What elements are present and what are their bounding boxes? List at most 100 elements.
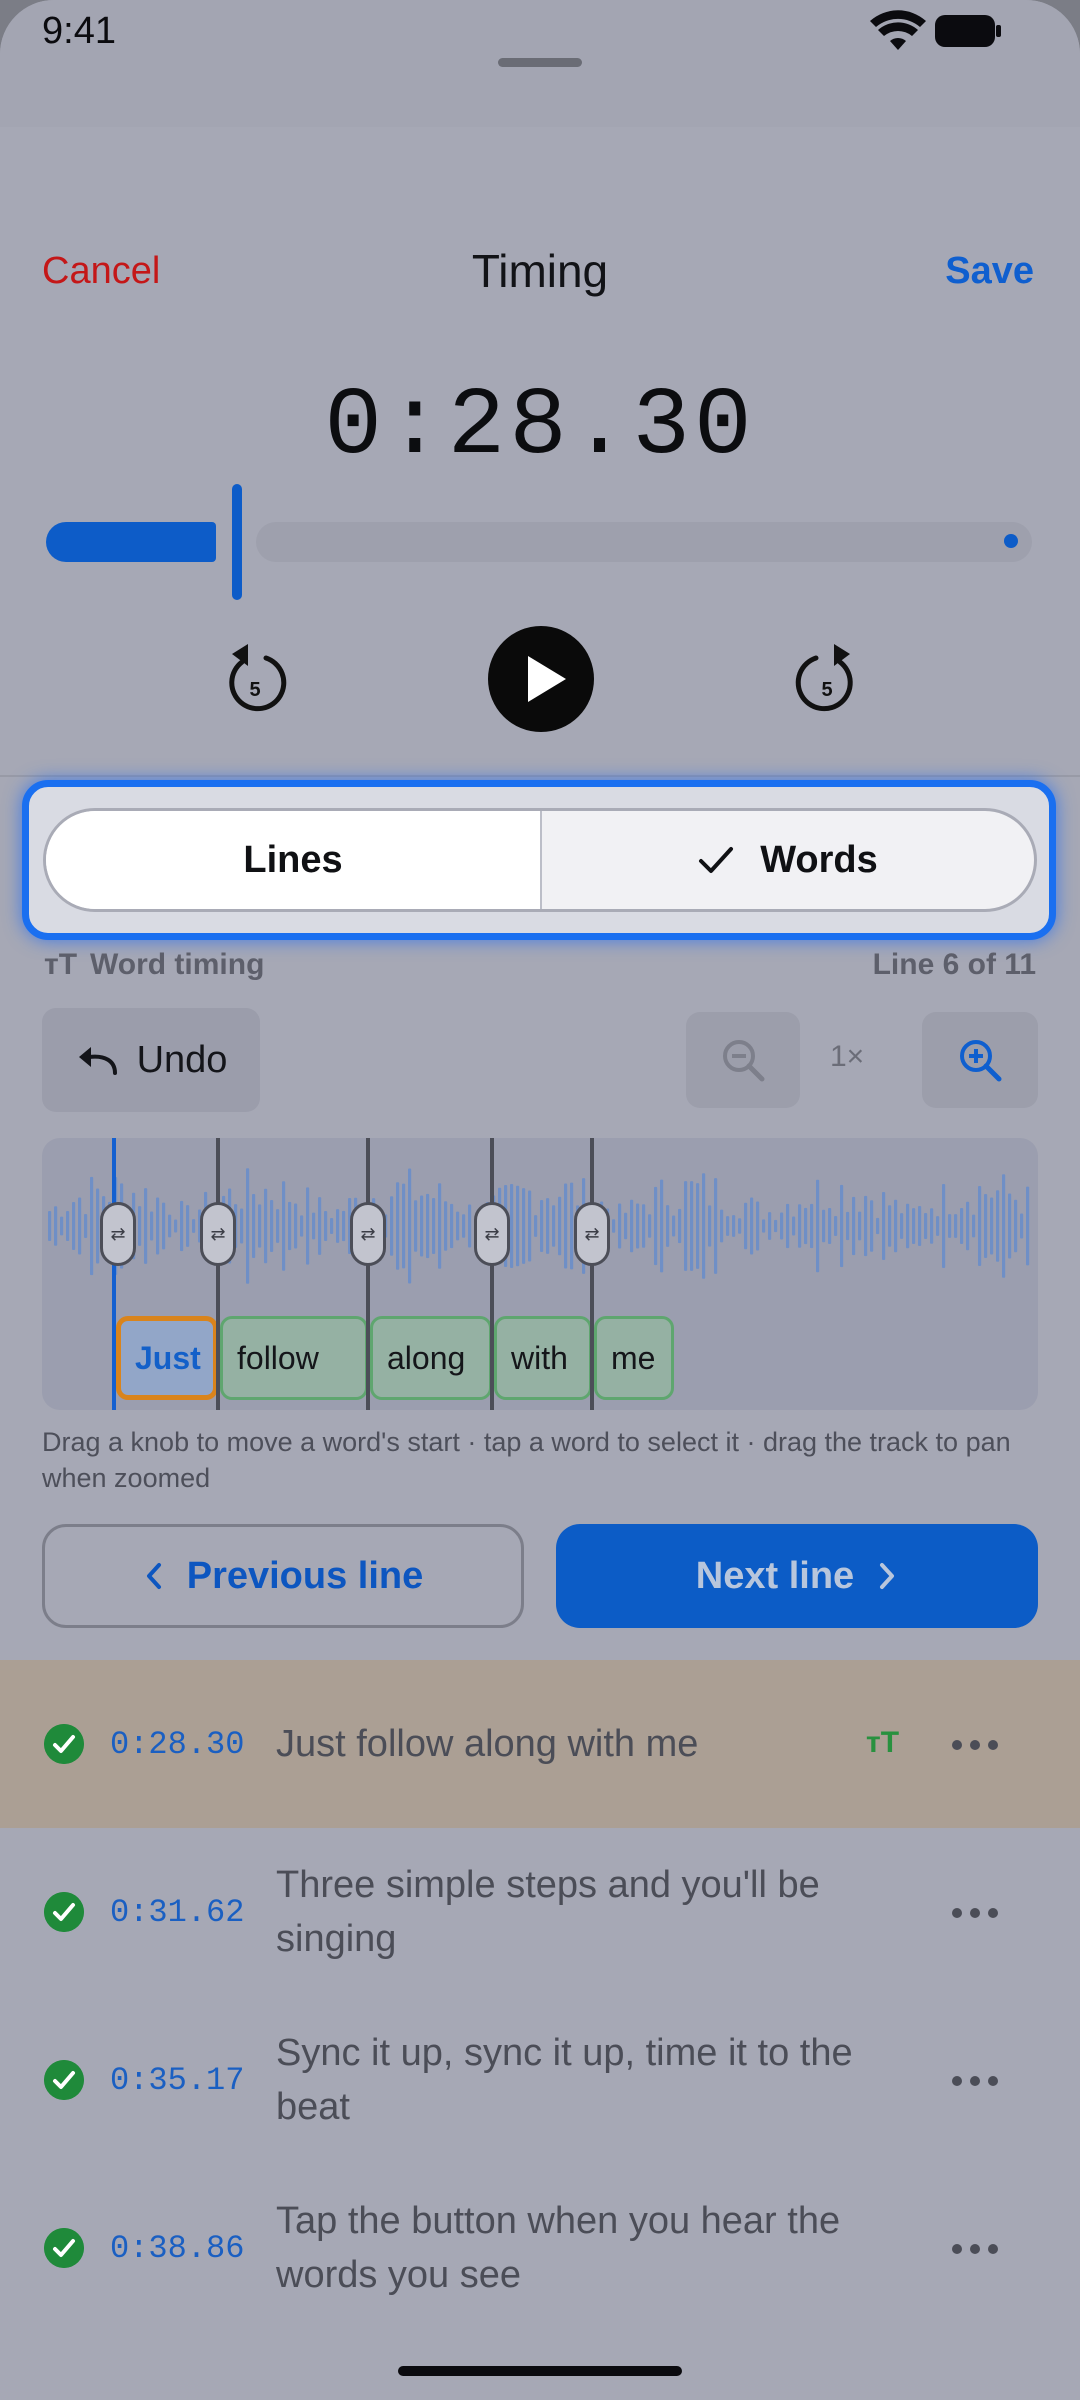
waveform-bar <box>294 1203 298 1249</box>
waveform-bar <box>900 1213 904 1239</box>
word-chip-follow[interactable]: follow <box>220 1316 368 1400</box>
skip-forward-5-icon[interactable]: 5 <box>792 640 862 716</box>
waveform-bar <box>462 1214 466 1238</box>
waveform-bar <box>978 1186 982 1266</box>
next-line-label: Next line <box>695 1554 855 1597</box>
waveform-bar <box>882 1192 886 1260</box>
waveform-bar <box>708 1205 712 1247</box>
save-button[interactable]: Save <box>945 250 1034 293</box>
waveform-bar <box>258 1204 262 1248</box>
waveform-bar <box>414 1200 418 1252</box>
previous-line-button[interactable]: Previous line <box>42 1524 524 1628</box>
word-label: with <box>511 1339 568 1376</box>
next-line-button[interactable]: Next line <box>556 1524 1038 1628</box>
waveform-bar <box>1020 1213 1024 1239</box>
waveform-bar <box>642 1204 646 1248</box>
text-size-icon: ᴛT <box>44 948 78 981</box>
zoom-in-icon <box>960 1040 1002 1082</box>
segment-lines[interactable]: Lines <box>46 811 542 909</box>
lyric-row[interactable]: 0:35.17 Sync it up, sync it up, time it … <box>0 1996 1080 2164</box>
wifi-icon <box>870 10 926 50</box>
word-chip-along[interactable]: along <box>370 1316 492 1400</box>
zoom-out-button[interactable] <box>686 1012 800 1108</box>
waveform-bar <box>468 1204 472 1248</box>
waveform-bar <box>828 1207 832 1245</box>
line-text: Sync it up, sync it up, time it to the b… <box>276 2032 853 2128</box>
play-button[interactable] <box>488 626 594 732</box>
waveform-bar <box>66 1211 70 1241</box>
waveform-bar <box>930 1208 934 1244</box>
drag-knob[interactable]: ⇄ <box>100 1202 136 1266</box>
segment-words[interactable]: Words <box>542 811 1034 909</box>
drag-knob[interactable]: ⇄ <box>474 1202 510 1266</box>
waveform-bar <box>528 1190 532 1262</box>
waveform-bar <box>270 1199 274 1253</box>
sheet-grabber[interactable] <box>498 58 582 67</box>
waveform-bar <box>612 1219 616 1233</box>
waveform-hint: Drag a knob to move a word's start · tap… <box>42 1427 1011 1493</box>
waveform-bar <box>738 1218 742 1234</box>
waveform-bar <box>696 1183 700 1269</box>
waveform-bar <box>168 1214 172 1238</box>
waveform-bar <box>174 1219 178 1233</box>
waveform-bar <box>276 1209 280 1243</box>
scrubber-thumb[interactable] <box>232 484 242 600</box>
waveform-bar <box>246 1168 250 1284</box>
lyric-row[interactable]: 0:31.62 Three simple steps and you'll be… <box>0 1828 1080 1996</box>
waveform-bar <box>870 1200 874 1252</box>
more-icon[interactable] <box>952 1740 998 1750</box>
waveform-bar <box>894 1199 898 1253</box>
waveform-bar <box>1014 1199 1018 1253</box>
word-start-marker <box>216 1138 220 1410</box>
waveform-bar <box>984 1194 988 1258</box>
playhead-marker <box>112 1138 116 1410</box>
word-chip-with[interactable]: with <box>494 1316 592 1400</box>
svg-text:5: 5 <box>249 679 260 701</box>
waveform-bar <box>330 1218 334 1234</box>
waveform-bar <box>648 1214 652 1238</box>
zoom-level: 1× <box>830 1040 865 1073</box>
waveform-bar <box>744 1202 748 1250</box>
scrubber-track[interactable] <box>256 522 1032 562</box>
zoom-in-button[interactable] <box>922 1012 1038 1108</box>
waveform-bar <box>750 1197 754 1255</box>
waveform-bar <box>918 1206 922 1246</box>
waveform-bar <box>630 1199 634 1253</box>
waveform-bar <box>618 1203 622 1249</box>
waveform-bar <box>162 1202 166 1250</box>
line-time: 0:35.17 <box>110 2062 245 2099</box>
waveform-bar <box>636 1203 640 1249</box>
waveform-bar <box>78 1197 82 1255</box>
more-icon[interactable] <box>952 2076 998 2086</box>
drag-knob[interactable]: ⇄ <box>350 1202 386 1266</box>
drag-knob[interactable]: ⇄ <box>574 1202 610 1266</box>
drag-knob[interactable]: ⇄ <box>200 1202 236 1266</box>
more-icon[interactable] <box>952 2244 998 2254</box>
skip-back-5-icon[interactable]: 5 <box>220 640 290 716</box>
waveform-editor[interactable]: Just follow along with me ⇄ ⇄ ⇄ ⇄ ⇄ <box>42 1138 1038 1410</box>
current-time-display: 0:28.30 <box>324 372 756 481</box>
lyric-row[interactable]: 0:28.30 Just follow along with me ᴛT <box>0 1660 1080 1828</box>
waveform-bar <box>60 1216 64 1236</box>
waveform-bar <box>810 1203 814 1249</box>
waveform-bar <box>564 1183 568 1269</box>
waveform-bar <box>324 1210 328 1242</box>
undo-label: Undo <box>136 1038 228 1081</box>
word-chip-me[interactable]: me <box>594 1316 674 1400</box>
waveform-bar <box>942 1184 946 1268</box>
lyric-row[interactable]: 0:38.86 Tap the button when you hear the… <box>0 2164 1080 2332</box>
line-time: 0:38.86 <box>110 2230 245 2267</box>
more-icon[interactable] <box>952 1908 998 1918</box>
line-text: Tap the button when you hear the words y… <box>276 2200 841 2296</box>
waveform-bar <box>912 1208 916 1244</box>
checkmark-circle-icon <box>44 1724 84 1764</box>
line-time: 0:31.62 <box>110 1894 245 1931</box>
waveform-bar <box>762 1219 766 1233</box>
word-chip-just[interactable]: Just <box>116 1316 218 1400</box>
word-timing-label: Word timing <box>90 948 265 981</box>
chevron-left-icon <box>146 1563 161 1589</box>
waveform-bar <box>150 1211 154 1241</box>
undo-button[interactable]: Undo <box>42 1008 260 1112</box>
waveform-bar <box>864 1195 868 1257</box>
waveform-bar <box>690 1181 694 1271</box>
